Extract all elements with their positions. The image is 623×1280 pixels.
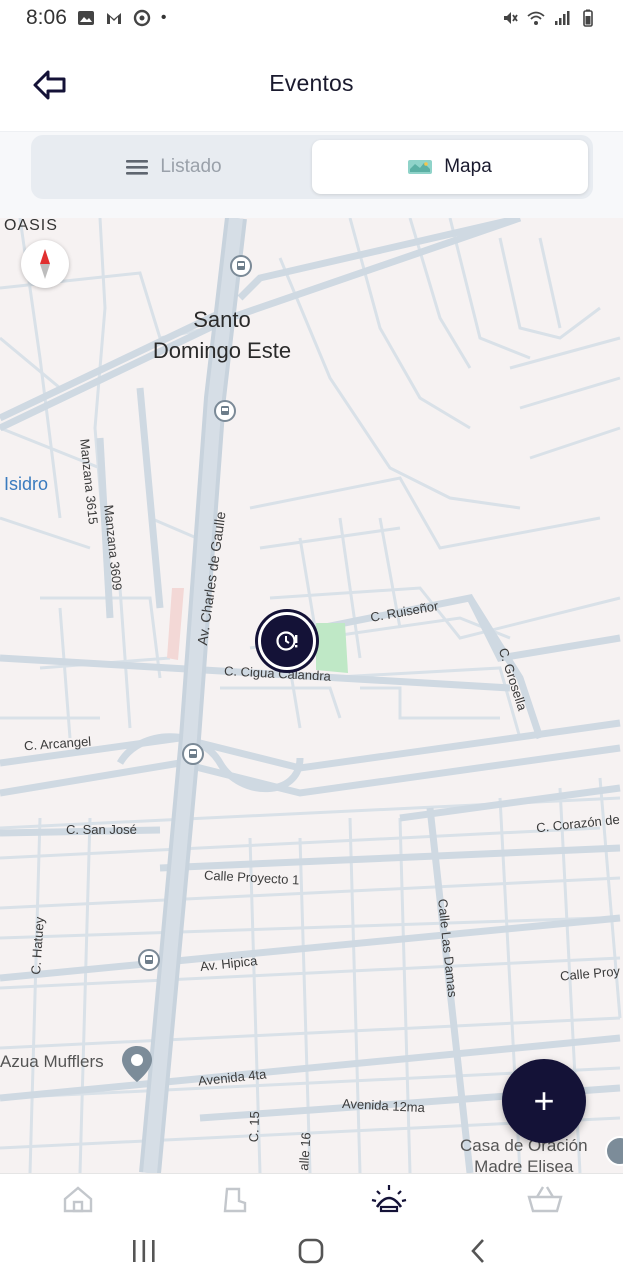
tab-listado[interactable]: Listado — [36, 140, 312, 194]
plus-icon: + — [533, 1080, 555, 1121]
wifi-icon — [527, 11, 545, 25]
compass-icon — [40, 249, 50, 279]
home-button[interactable] — [291, 1231, 331, 1271]
system-back-button[interactable] — [459, 1231, 499, 1271]
list-icon — [126, 160, 149, 175]
bus-stop-marker[interactable] — [182, 743, 204, 765]
status-left: 8:06 • — [26, 6, 166, 30]
status-dot: • — [160, 9, 167, 26]
mute-icon — [504, 12, 518, 24]
map-place-casa-oracion-line2: Madre Elisea — [474, 1157, 574, 1173]
compass-button[interactable] — [21, 240, 69, 288]
recents-icon — [132, 1239, 155, 1262]
map-place-santo-domingo-este: Santo Domingo Este — [132, 304, 312, 366]
bus-stop-marker[interactable] — [230, 255, 252, 277]
boot-icon — [223, 1187, 246, 1212]
street-c15: C. 15 — [246, 1110, 263, 1143]
view-toggle-container: Listado Mapa — [0, 132, 623, 218]
nav-boot[interactable] — [156, 1174, 312, 1221]
back-button[interactable] — [30, 66, 70, 106]
nav-home[interactable] — [0, 1174, 156, 1221]
bus-stop-marker[interactable] — [214, 400, 236, 422]
street-san-jose: C. San José — [66, 822, 137, 837]
recents-button[interactable] — [124, 1231, 164, 1271]
status-bar: 8:06 • — [0, 0, 623, 36]
app-header: Eventos — [0, 36, 623, 132]
bus-icon — [237, 261, 245, 270]
view-toggle: Listado Mapa — [31, 135, 593, 199]
bottom-nav — [0, 1173, 623, 1221]
map-place-santo: Santo — [193, 307, 251, 332]
map-place-casa-oracion: Casa de Oración Madre Elisea — [460, 1135, 588, 1173]
map-view[interactable]: OASIS Santo Domingo Este Isidro Azua Muf… — [0, 218, 623, 1173]
status-time: 8:06 — [26, 6, 67, 29]
tab-mapa-label: Mapa — [444, 156, 492, 177]
bus-icon — [145, 955, 153, 964]
tab-mapa[interactable]: Mapa — [312, 140, 588, 194]
street-calle-16: alle 16 — [296, 1131, 314, 1172]
map-place-oasis: OASIS — [4, 218, 58, 234]
sync-notification-icon — [133, 9, 151, 27]
map-place-domingo-este: Domingo Este — [152, 338, 292, 363]
cart-icon — [527, 1185, 563, 1212]
tab-listado-label: Listado — [160, 156, 222, 177]
events-icon — [372, 1184, 407, 1212]
battery-icon — [583, 9, 593, 27]
event-marker[interactable] — [258, 612, 316, 670]
location-pin-icon — [122, 1046, 152, 1082]
clock-alert-icon — [276, 631, 298, 651]
nav-cart[interactable] — [467, 1174, 623, 1221]
bus-icon — [189, 749, 197, 758]
bus-icon — [221, 406, 229, 415]
system-navigation — [0, 1221, 623, 1280]
nav-events[interactable] — [312, 1174, 468, 1221]
page-title: Eventos — [269, 70, 354, 96]
gmail-notification-icon — [106, 13, 121, 24]
map-place-isidro: Isidro — [4, 474, 49, 494]
home-icon — [63, 1185, 93, 1212]
back-arrow-icon — [33, 70, 66, 100]
map-icon — [408, 160, 433, 174]
image-notification-icon — [77, 11, 94, 25]
signal-icon — [555, 11, 570, 25]
status-right — [501, 9, 597, 27]
chevron-left-icon — [471, 1238, 485, 1263]
map-place-azua-mufflers: Azua Mufflers — [0, 1052, 104, 1071]
home-circle-icon — [299, 1238, 324, 1263]
map-pin-azua[interactable] — [120, 1044, 154, 1082]
bus-stop-marker[interactable] — [138, 949, 160, 971]
add-event-button[interactable]: + — [502, 1059, 586, 1143]
